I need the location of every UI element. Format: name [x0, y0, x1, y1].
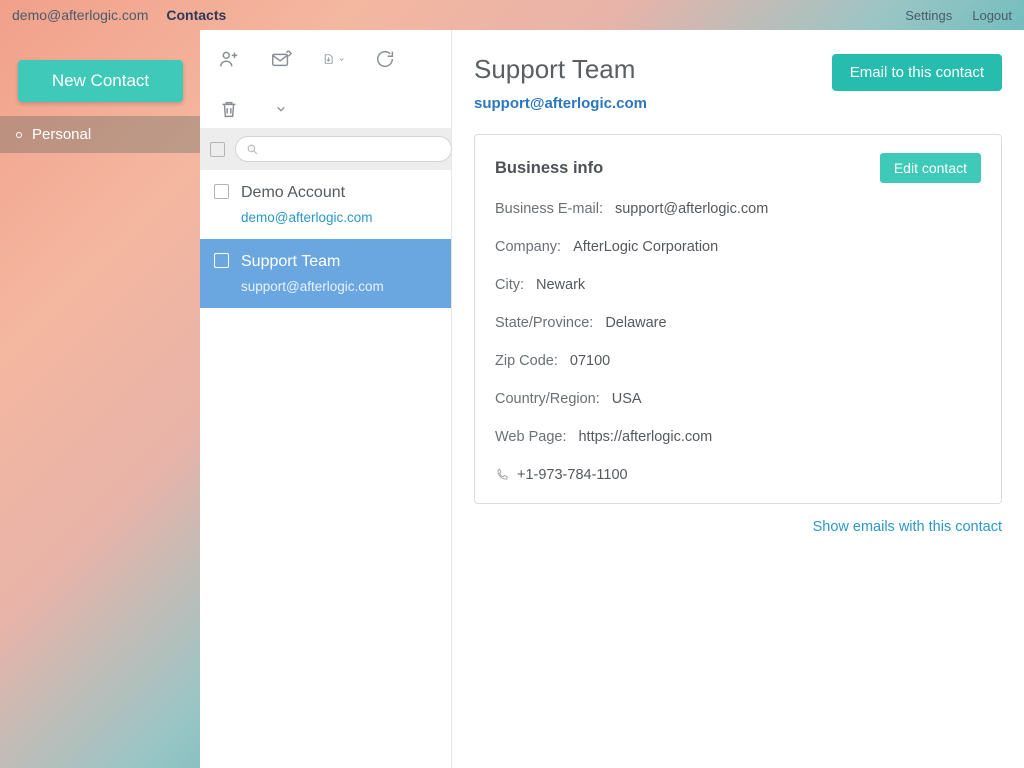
field-value: https://afterlogic.com — [578, 429, 712, 445]
field-zip: Zip Code: 07100 — [495, 353, 981, 369]
contact-name: Support Team — [241, 253, 384, 271]
logout-link[interactable]: Logout — [972, 8, 1012, 23]
field-value: support@afterlogic.com — [615, 201, 768, 217]
select-all-checkbox[interactable] — [210, 142, 225, 157]
field-webpage: Web Page: https://afterlogic.com — [495, 429, 981, 445]
more-dropdown-icon[interactable] — [270, 98, 292, 120]
sidebar-item-label: Personal — [32, 126, 91, 143]
search-row — [200, 128, 451, 170]
add-contact-icon[interactable] — [218, 48, 240, 70]
search-icon — [246, 143, 259, 156]
search-input[interactable] — [265, 142, 441, 157]
sidebar-item-personal[interactable]: Personal — [0, 116, 200, 153]
contact-email: support@afterlogic.com — [241, 279, 384, 294]
contact-email: demo@afterlogic.com — [241, 210, 373, 225]
trash-icon[interactable] — [218, 98, 240, 120]
field-label: Business E-mail: — [495, 201, 603, 217]
field-country: Country/Region: USA — [495, 391, 981, 407]
compose-mail-icon[interactable] — [270, 48, 292, 70]
field-label: State/Province: — [495, 315, 593, 331]
contact-list-item[interactable]: Support Team support@afterlogic.com — [200, 239, 451, 308]
show-emails-link[interactable]: Show emails with this contact — [813, 519, 1002, 535]
contacts-toolbar — [200, 30, 451, 128]
settings-link[interactable]: Settings — [905, 8, 952, 23]
current-user-email[interactable]: demo@afterlogic.com — [12, 7, 148, 23]
field-city: City: Newark — [495, 277, 981, 293]
contact-checkbox[interactable] — [214, 253, 229, 268]
field-label: Country/Region: — [495, 391, 600, 407]
import-export-icon[interactable] — [322, 48, 344, 70]
refresh-icon[interactable] — [374, 48, 396, 70]
edit-contact-button[interactable]: Edit contact — [880, 153, 981, 183]
field-value: USA — [612, 391, 642, 407]
group-bullet-icon — [16, 132, 22, 138]
contact-name: Demo Account — [241, 184, 373, 202]
contact-title: Support Team — [474, 54, 635, 85]
field-label: Company: — [495, 239, 561, 255]
phone-icon — [495, 468, 509, 482]
contact-detail-pane: Support Team Email to this contact suppo… — [452, 30, 1024, 768]
contact-list-pane: Demo Account demo@afterlogic.com Support… — [200, 30, 452, 768]
tab-contacts[interactable]: Contacts — [166, 7, 226, 23]
sidebar: New Contact Personal — [0, 30, 200, 768]
field-label: Zip Code: — [495, 353, 558, 369]
search-input-wrap[interactable] — [235, 136, 452, 162]
card-title: Business info — [495, 159, 603, 178]
field-value: 07100 — [570, 353, 610, 369]
field-label: Web Page: — [495, 429, 566, 445]
contact-list-item[interactable]: Demo Account demo@afterlogic.com — [200, 170, 451, 239]
field-business-email: Business E-mail: support@afterlogic.com — [495, 201, 981, 217]
business-info-card: Business info Edit contact Business E-ma… — [474, 134, 1002, 504]
contact-checkbox[interactable] — [214, 184, 229, 199]
top-bar: demo@afterlogic.com Contacts Settings Lo… — [0, 0, 1024, 30]
email-contact-button[interactable]: Email to this contact — [832, 54, 1002, 91]
field-state: State/Province: Delaware — [495, 315, 981, 331]
field-value: Newark — [536, 277, 585, 293]
field-value: AfterLogic Corporation — [573, 239, 718, 255]
field-label: City: — [495, 277, 524, 293]
field-value: Delaware — [605, 315, 666, 331]
new-contact-button[interactable]: New Contact — [18, 60, 183, 102]
field-value: +1-973-784-1100 — [517, 467, 628, 483]
field-phone: +1-973-784-1100 — [495, 467, 981, 483]
field-company: Company: AfterLogic Corporation — [495, 239, 981, 255]
contact-primary-email[interactable]: support@afterlogic.com — [474, 95, 1002, 112]
